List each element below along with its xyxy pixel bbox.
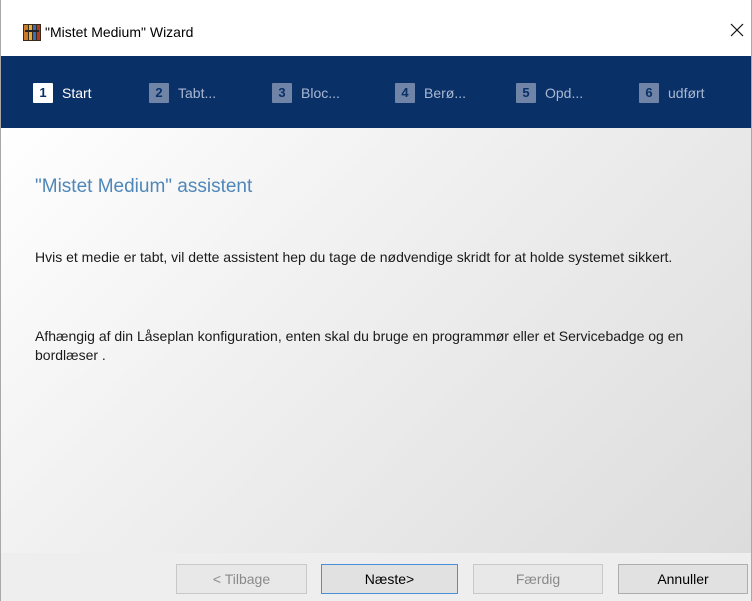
wizard-window: "Mistet Medium" Wizard 1 Start 2 Tabt...… (0, 0, 752, 601)
step-number: 4 (395, 83, 415, 103)
step-label: Tabt... (178, 85, 217, 101)
wizard-content: "Mistet Medium" assistent Hvis et medie … (1, 128, 751, 553)
title-bar: "Mistet Medium" Wizard (1, 0, 751, 56)
close-button[interactable] (723, 18, 751, 46)
config-paragraph: Afhængig af din Låseplan konfiguration, … (35, 328, 684, 363)
close-icon (730, 23, 744, 42)
step-label: Berø... (424, 85, 467, 101)
cancel-button[interactable]: Annuller (618, 564, 748, 594)
finish-button[interactable]: Færdig (473, 564, 603, 594)
step-start[interactable]: 1 Start (33, 82, 92, 104)
intro-paragraph: Hvis et medie er tabt, vil dette assiste… (35, 249, 673, 265)
step-label: Opd... (545, 85, 584, 101)
back-button[interactable]: < Tilbage (176, 564, 307, 594)
step-number: 6 (639, 83, 659, 103)
step-lost[interactable]: 2 Tabt... (149, 82, 216, 104)
step-done[interactable]: 6 udført (639, 82, 705, 104)
step-label: udført (668, 85, 705, 101)
step-number: 3 (272, 83, 292, 103)
next-button[interactable]: Næste> (321, 564, 458, 594)
step-number: 5 (516, 83, 536, 103)
step-affected[interactable]: 4 Berø... (395, 82, 466, 104)
step-label: Start (62, 85, 92, 101)
window-title: "Mistet Medium" Wizard (45, 24, 194, 40)
step-number: 1 (33, 83, 53, 103)
wizard-app-icon (23, 24, 41, 41)
step-block[interactable]: 3 Bloc... (272, 82, 340, 104)
step-label: Bloc... (301, 85, 340, 101)
step-update[interactable]: 5 Opd... (516, 82, 583, 104)
wizard-steps-bar: 1 Start 2 Tabt... 3 Bloc... 4 Berø... 5 … (1, 56, 751, 128)
step-number: 2 (149, 83, 169, 103)
page-title: "Mistet Medium" assistent (35, 176, 253, 197)
button-bar: < Tilbage Næste> Færdig Annuller (1, 553, 751, 601)
